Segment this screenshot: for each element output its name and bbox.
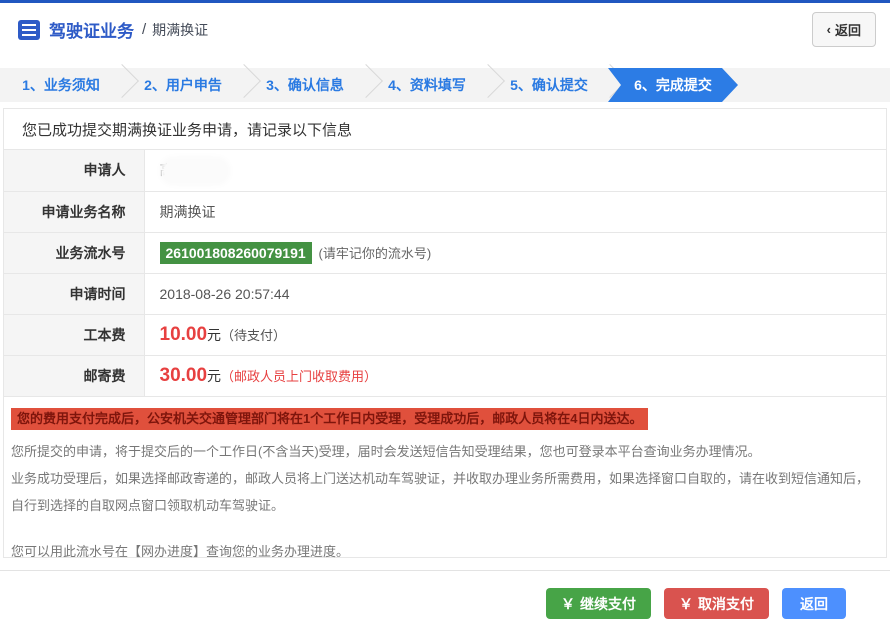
tab-step-3[interactable]: 3、确认信息 bbox=[244, 68, 366, 102]
apply-time-value: 2018-08-26 20:57:44 bbox=[144, 273, 886, 315]
cancel-payment-button[interactable]: ￥ 取消支付 bbox=[664, 588, 769, 619]
tab-step-4[interactable]: 4、资料填写 bbox=[366, 68, 488, 102]
redacted-name-blur bbox=[163, 160, 226, 181]
return-button[interactable]: 返回 bbox=[782, 588, 846, 619]
row-label: 申请业务名称 bbox=[4, 191, 145, 233]
table-row: 工本费 10.00元（待支付） bbox=[4, 314, 886, 356]
production-fee-amount: 10.00 bbox=[159, 323, 208, 345]
result-panel: 您已成功提交期满换证业务申请，请记录以下信息 申请人 高 申请业务名称 期满换证… bbox=[3, 108, 887, 560]
continue-payment-button[interactable]: ￥ 继续支付 bbox=[546, 588, 651, 619]
action-button-row: ￥ 继续支付 ￥ 取消支付 返回 bbox=[0, 571, 890, 619]
row-label: 申请时间 bbox=[4, 273, 145, 315]
table-row: 申请业务名称 期满换证 bbox=[4, 191, 886, 233]
breadcrumb-separator: / bbox=[142, 21, 147, 38]
table-row: 申请人 高 bbox=[4, 150, 886, 192]
step-tabs: 1、业务须知 2、用户申告 3、确认信息 4、资料填写 5、确认提交 6、完成提… bbox=[0, 68, 890, 102]
table-row: 邮寄费 30.00元（邮政人员上门收取费用） bbox=[4, 355, 886, 397]
serial-number-badge: 261001808260079191 bbox=[159, 242, 312, 264]
applicant-value: 高 bbox=[144, 150, 886, 192]
note-line: 自行到选择的自取网点窗口领取机动车驾驶证。 bbox=[11, 498, 285, 514]
payment-warning-banner: 您的费用支付完成后，公安机关交通管理部门将在1个工作日内受理，受理成功后，邮政人… bbox=[11, 407, 649, 431]
fee-unit: 元 bbox=[207, 367, 222, 384]
table-row: 申请时间 2018-08-26 20:57:44 bbox=[4, 273, 886, 315]
tab-step-2[interactable]: 2、用户申告 bbox=[122, 68, 244, 102]
tab-step-1[interactable]: 1、业务须知 bbox=[0, 68, 122, 102]
notes-block: 您所提交的申请，将于提交后的一个工作日(不含当天)受理，届时会发送短信告知受理结… bbox=[4, 430, 886, 519]
note-line: 您所提交的申请，将于提交后的一个工作日(不含当天)受理，届时会发送短信告知受理结… bbox=[11, 444, 761, 460]
postage-fee-note: （邮政人员上门收取费用） bbox=[221, 368, 378, 384]
success-message: 您已成功提交期满换证业务申请，请记录以下信息 bbox=[4, 109, 886, 150]
production-fee-cell: 10.00元（待支付） bbox=[144, 314, 886, 356]
production-fee-note: （待支付） bbox=[221, 327, 287, 343]
breadcrumb: 期满换证 bbox=[152, 21, 209, 38]
row-label: 业务流水号 bbox=[4, 232, 145, 274]
business-name-value: 期满换证 bbox=[144, 191, 886, 233]
postage-fee-amount: 30.00 bbox=[159, 364, 208, 386]
cancel-payment-label: 取消支付 bbox=[698, 595, 754, 612]
continue-payment-label: 继续支付 bbox=[580, 595, 636, 612]
return-button-label: 返回 bbox=[800, 595, 828, 612]
list-icon bbox=[18, 19, 40, 40]
progress-query-note: 您可以用此流水号在【网办进度】查询您的业务办理进度。 bbox=[11, 544, 350, 560]
note-line: 业务成功受理后，如果选择邮政寄递的，邮政人员将上门送达机动车驾驶证，并收取办理业… bbox=[11, 471, 870, 487]
row-label: 申请人 bbox=[4, 150, 145, 192]
serial-number-cell: 261001808260079191 (请牢记你的流水号) bbox=[144, 232, 886, 274]
page-title: 驾驶证业务 bbox=[49, 22, 134, 41]
tab-step-6-active[interactable]: 6、完成提交 bbox=[610, 68, 732, 102]
yen-icon: ￥ bbox=[561, 595, 575, 612]
table-row: 业务流水号 261001808260079191 (请牢记你的流水号) bbox=[4, 232, 886, 274]
row-label: 邮寄费 bbox=[4, 355, 145, 397]
row-label: 工本费 bbox=[4, 314, 145, 356]
back-button[interactable]: ‹ 返回 bbox=[811, 12, 876, 47]
active-tab-arrow: 6、完成提交 bbox=[608, 68, 738, 102]
chevron-left-icon: ‹ bbox=[826, 22, 831, 37]
serial-note: (请牢记你的流水号) bbox=[318, 246, 432, 261]
page-header: 驾驶证业务 / 期满换证 ‹ 返回 bbox=[0, 3, 890, 56]
fee-unit: 元 bbox=[207, 326, 222, 343]
yen-icon: ￥ bbox=[679, 595, 693, 612]
application-info-table: 申请人 高 申请业务名称 期满换证 业务流水号 2610018082600791… bbox=[4, 150, 886, 397]
postage-fee-cell: 30.00元（邮政人员上门收取费用） bbox=[144, 355, 886, 397]
tab-step-5[interactable]: 5、确认提交 bbox=[488, 68, 610, 102]
back-button-label: 返回 bbox=[834, 23, 861, 38]
